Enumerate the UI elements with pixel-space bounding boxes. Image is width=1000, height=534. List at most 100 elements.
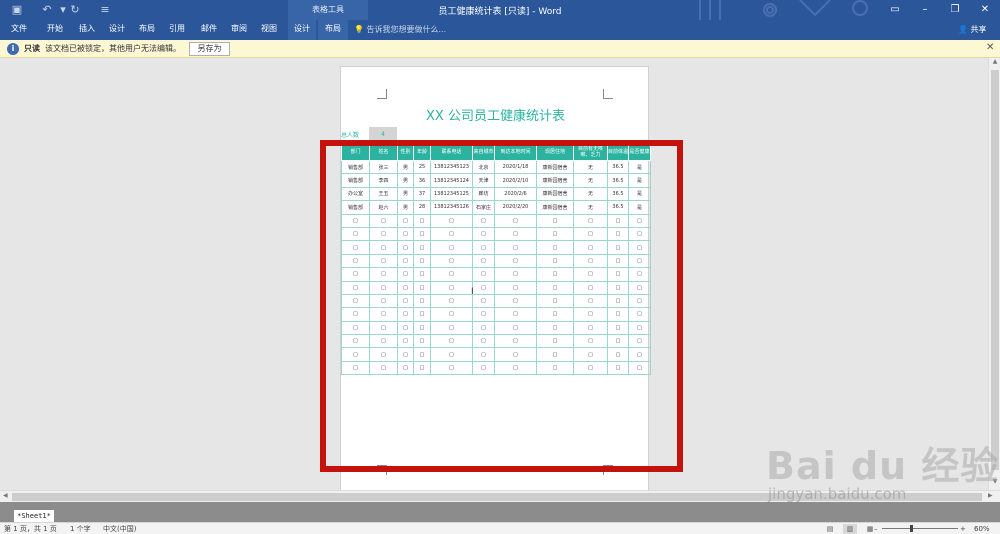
scroll-down-icon[interactable]: ▼: [989, 478, 1000, 488]
language[interactable]: 中文(中国): [103, 524, 136, 534]
tab-home[interactable]: 开始: [40, 20, 70, 40]
table-cell[interactable]: □: [494, 293, 537, 309]
tab-file[interactable]: 文件: [4, 20, 34, 40]
table-cell[interactable]: □: [494, 280, 537, 295]
table-cell[interactable]: □: [573, 334, 608, 349]
table-cell[interactable]: 廊坊: [472, 186, 495, 202]
share-button[interactable]: 👤 共享: [958, 22, 987, 38]
table-cell[interactable]: □: [341, 307, 370, 322]
table-cell[interactable]: □: [413, 253, 431, 269]
table-cell[interactable]: □: [397, 360, 414, 376]
table-cell[interactable]: □: [494, 320, 537, 336]
table-cell[interactable]: 销售部: [341, 159, 370, 175]
table-cell[interactable]: □: [413, 293, 431, 309]
table-cell[interactable]: □: [494, 240, 537, 255]
close-icon[interactable]: ✕: [970, 0, 1000, 20]
table-cell[interactable]: □: [573, 253, 608, 269]
table-cell[interactable]: 男: [397, 186, 414, 202]
table-cell[interactable]: □: [369, 226, 398, 242]
table-cell[interactable]: 13812345125: [430, 186, 473, 202]
table-cell[interactable]: □: [369, 334, 398, 349]
zoom-out-icon[interactable]: –: [874, 524, 878, 534]
table-cell[interactable]: □: [397, 347, 414, 362]
table-cell[interactable]: □: [472, 213, 495, 228]
table-cell[interactable]: 28: [413, 200, 431, 215]
vertical-scrollbar[interactable]: ▲ ▼: [988, 58, 1000, 490]
table-cell[interactable]: 销售部: [341, 173, 370, 188]
table-cell[interactable]: 康新园宿舍: [536, 186, 574, 202]
table-cell[interactable]: □: [397, 334, 414, 349]
table-cell[interactable]: □: [430, 360, 473, 376]
print-layout-icon[interactable]: ▥: [843, 524, 857, 534]
table-cell[interactable]: □: [430, 267, 473, 282]
read-mode-icon[interactable]: ▤: [823, 524, 837, 534]
minimize-icon[interactable]: –: [910, 0, 940, 20]
table-cell[interactable]: 石家庄: [472, 200, 495, 215]
table-cell[interactable]: □: [494, 213, 537, 228]
table-cell[interactable]: □: [536, 267, 574, 282]
table-cell[interactable]: □: [536, 226, 574, 242]
scroll-left-icon[interactable]: ◀: [3, 492, 8, 499]
table-cell[interactable]: □: [369, 320, 398, 336]
table-cell[interactable]: 是: [628, 200, 651, 215]
table-cell[interactable]: □: [413, 280, 431, 295]
table-cell[interactable]: □: [628, 347, 651, 362]
tab-references[interactable]: 引用: [162, 20, 192, 40]
table-cell[interactable]: □: [607, 307, 629, 322]
table-cell[interactable]: □: [397, 307, 414, 322]
tab-view[interactable]: 视图: [254, 20, 284, 40]
restore-icon[interactable]: ❐: [940, 0, 970, 20]
document-area[interactable]: XX 公司员工健康统计表 总人数 4 部门 姓名 性别 年龄 联系电话 来自城市 到达本地时…: [0, 58, 988, 490]
table-cell[interactable]: □: [413, 307, 431, 322]
table-header-cell[interactable]: 部门: [341, 143, 370, 161]
save-as-button[interactable]: 另存为: [189, 42, 230, 56]
table-cell[interactable]: □: [472, 320, 495, 336]
table-cell[interactable]: □: [536, 334, 574, 349]
table-cell[interactable]: 13812345126: [430, 200, 473, 215]
table-cell[interactable]: □: [536, 360, 574, 376]
table-cell[interactable]: □: [472, 253, 495, 269]
table-cell[interactable]: □: [397, 240, 414, 255]
table-cell[interactable]: □: [607, 213, 629, 228]
table-cell[interactable]: □: [397, 226, 414, 242]
table-cell[interactable]: 男: [397, 159, 414, 175]
table-cell[interactable]: □: [369, 307, 398, 322]
table-cell[interactable]: 25: [413, 159, 431, 175]
table-cell[interactable]: □: [573, 280, 608, 295]
table-cell[interactable]: 康新园宿舍: [536, 200, 574, 215]
table-cell[interactable]: 2020/2/20: [494, 200, 537, 215]
table-cell[interactable]: □: [573, 307, 608, 322]
table-cell[interactable]: 是: [628, 173, 651, 188]
table-cell[interactable]: □: [472, 360, 495, 376]
table-cell[interactable]: □: [472, 347, 495, 362]
close-notice-icon[interactable]: ✕: [986, 42, 994, 53]
table-cell[interactable]: □: [628, 280, 651, 295]
table-cell[interactable]: 36.5: [607, 159, 629, 175]
table-cell[interactable]: □: [628, 334, 651, 349]
page-count[interactable]: 第 1 页，共 1 页: [4, 524, 57, 534]
table-cell[interactable]: □: [369, 360, 398, 376]
scroll-right-icon[interactable]: ▶: [988, 492, 993, 499]
table-cell[interactable]: 无: [573, 159, 608, 175]
table-cell[interactable]: □: [536, 240, 574, 255]
table-cell[interactable]: □: [430, 240, 473, 255]
table-cell[interactable]: 赵六: [369, 200, 398, 215]
table-cell[interactable]: □: [628, 267, 651, 282]
tab-table-layout[interactable]: 布局: [318, 20, 348, 40]
table-cell[interactable]: □: [472, 293, 495, 309]
table-cell[interactable]: 2020/2/10: [494, 173, 537, 188]
table-cell[interactable]: □: [573, 347, 608, 362]
table-cell[interactable]: □: [607, 226, 629, 242]
zoom-slider[interactable]: [882, 528, 958, 529]
table-cell[interactable]: □: [607, 267, 629, 282]
table-cell[interactable]: □: [430, 320, 473, 336]
table-cell[interactable]: □: [413, 320, 431, 336]
table-cell[interactable]: □: [607, 253, 629, 269]
table-cell[interactable]: 是: [628, 159, 651, 175]
zoom-level[interactable]: 60%: [974, 524, 990, 534]
table-cell[interactable]: 2020/2/6: [494, 186, 537, 202]
table-cell[interactable]: □: [430, 226, 473, 242]
table-cell[interactable]: 36.5: [607, 173, 629, 188]
table-cell[interactable]: □: [607, 334, 629, 349]
table-cell[interactable]: □: [397, 320, 414, 336]
